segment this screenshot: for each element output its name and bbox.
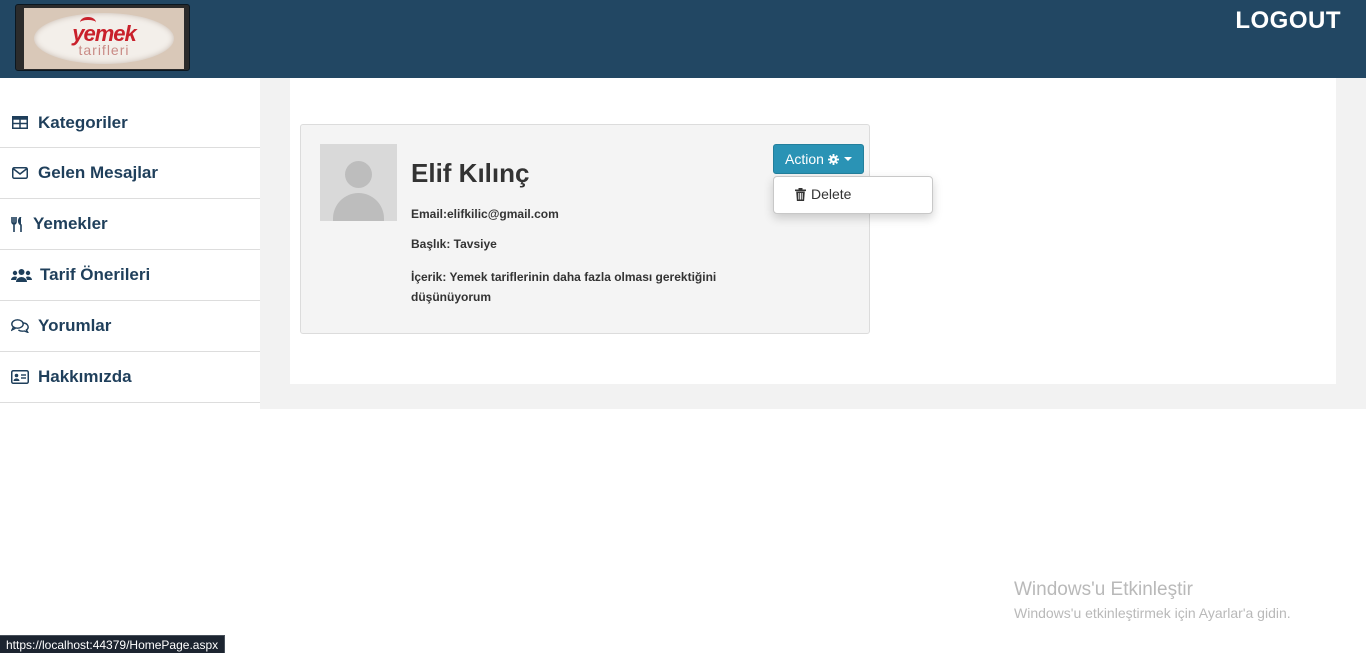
table-icon: [10, 115, 30, 131]
logo-subword: tarifleri: [78, 42, 130, 58]
action-dropdown-button[interactable]: Action: [773, 144, 864, 174]
sidebar-item-yorumlar[interactable]: Yorumlar: [0, 301, 260, 352]
action-dropdown-menu: Delete: [773, 176, 933, 214]
message-content: İçerik: Yemek tariflerinin daha fazla ol…: [411, 270, 717, 304]
sidebar-item-yemekler[interactable]: Yemekler: [0, 199, 260, 250]
sender-name: Elif Kılınç: [411, 158, 530, 188]
logo-oval: yemek tarifleri: [34, 13, 174, 64]
gear-icon: [827, 153, 839, 165]
sender-email: Email:elifkilic@gmail.com: [411, 207, 559, 221]
envelope-icon: [10, 165, 30, 181]
site-logo: yemek tarifleri: [24, 8, 184, 69]
sidebar-item-label: Yemekler: [33, 214, 108, 233]
site-logo-link[interactable]: yemek tarifleri: [15, 4, 190, 71]
sidebar-item-label: Yorumlar: [38, 316, 112, 335]
chevron-down-icon: [843, 157, 852, 161]
activation-watermark-subtitle: Windows'u etkinleştirmek için Ayarlar'a …: [1014, 605, 1291, 621]
delete-label: Delete: [811, 186, 852, 202]
sidebar-item-label: Tarif Önerileri: [40, 265, 151, 284]
sidebar-item-tarif-onerileri[interactable]: Tarif Önerileri: [0, 250, 260, 301]
top-navbar: yemek tarifleri LOGOUT: [0, 0, 1366, 78]
avatar-body: [333, 193, 384, 221]
action-button-label: Action: [785, 151, 824, 167]
browser-status-url: https://localhost:44379/HomePage.aspx: [0, 635, 226, 653]
sidebar-item-gelen-mesajlar[interactable]: Gelen Mesajlar: [0, 148, 260, 199]
users-icon: [10, 267, 32, 283]
utensils-icon: [10, 216, 25, 232]
comments-icon: [10, 318, 30, 334]
logout-link[interactable]: LOGOUT: [1235, 7, 1341, 35]
sidebar-item-label: Gelen Mesajlar: [38, 163, 159, 182]
sidebar-nav: Kategoriler Gelen Mesajlar Yemekler Tari…: [0, 98, 260, 403]
trash-icon: [795, 187, 806, 201]
sidebar-item-label: Kategoriler: [38, 112, 128, 132]
sidebar-item-kategoriler[interactable]: Kategoriler: [0, 98, 260, 148]
activation-watermark-title: Windows'u Etkinleştir: [1014, 579, 1193, 600]
id-card-icon: [10, 369, 30, 385]
message-subject: Başlık: Tavsiye: [411, 237, 497, 251]
avatar: [320, 144, 397, 221]
sidebar-item-hakkimizda[interactable]: Hakkımızda: [0, 352, 260, 403]
sidebar-item-label: Hakkımızda: [38, 367, 132, 386]
delete-menu-item[interactable]: Delete: [795, 186, 851, 202]
avatar-head: [345, 161, 372, 188]
